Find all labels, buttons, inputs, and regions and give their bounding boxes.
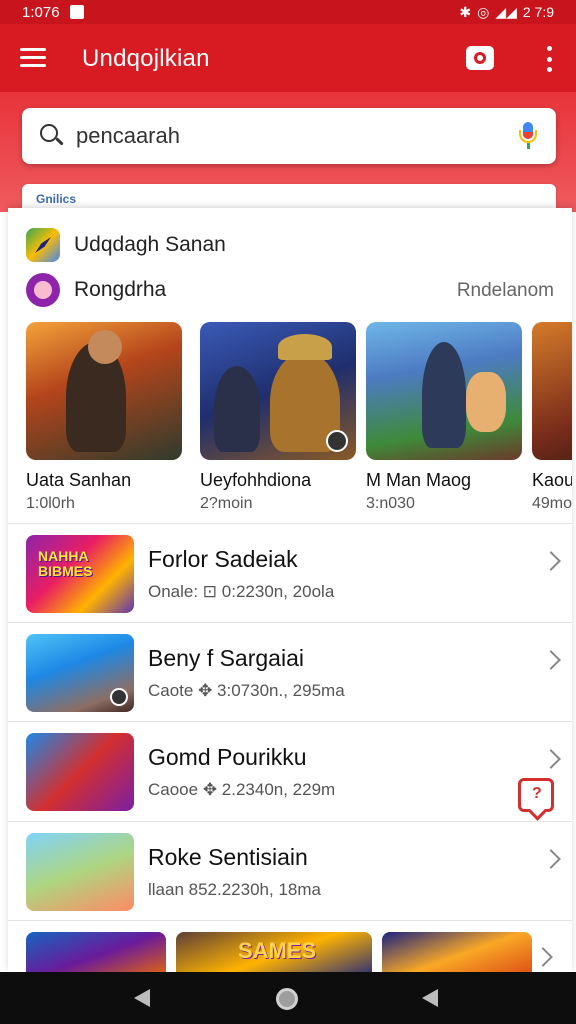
signal-icon: ◢◢ <box>495 3 517 20</box>
card-subtitle: 49mo <box>532 495 572 512</box>
chat-glyph: ? <box>532 785 542 802</box>
app-icon <box>26 228 60 262</box>
status-time: 1:076 <box>22 3 60 21</box>
bottom-thumbnail-strip: SAMES <box>26 932 546 972</box>
game-thumbnail <box>26 322 182 460</box>
chevron-right-icon <box>541 650 561 670</box>
game-thumbnail[interactable]: SAMES <box>176 932 372 972</box>
chevron-right-icon <box>541 551 561 571</box>
card-title: Uata Sanhan <box>26 470 132 490</box>
carousel-card[interactable]: M Man Maog 3:n030 <box>366 322 522 513</box>
card-subtitle: 1:0l0rh <box>26 495 75 512</box>
list-item-subtitle: Caooe ✥ 2.2340n, 229m <box>148 780 336 799</box>
divider <box>8 920 572 921</box>
card-title: Ueyfohhdiona <box>200 470 312 490</box>
list-item-title: Forlor Sadeiak <box>148 546 298 572</box>
menu-icon[interactable] <box>20 48 46 68</box>
thumbnail-label: NAHHA BIBMES <box>38 548 93 579</box>
list-item-title: Roke Sentisiain <box>148 844 308 870</box>
recents-icon[interactable] <box>422 989 438 1007</box>
chevron-right-icon <box>541 749 561 769</box>
list-item[interactable]: Beny f Sargaiai Caote ✥ 3:0730n., 295ma <box>8 623 572 721</box>
game-thumbnail <box>532 322 572 460</box>
game-thumbnail[interactable] <box>382 932 532 972</box>
carousel-card[interactable]: Ueyfohhdiona 2?moin <box>200 322 356 513</box>
content-card: Udqdagh Sanan Rongdrha Rndelanom Uata Sa… <box>8 208 572 972</box>
search-bar[interactable]: pencaarah <box>22 108 556 164</box>
home-icon[interactable] <box>276 988 298 1010</box>
card-subtitle: 2?moin <box>200 495 253 512</box>
card-subtitle: 3:n030 <box>366 495 415 512</box>
game-thumbnail <box>26 733 134 811</box>
list-item-subtitle: Caote ✥ 3:0730n., 295ma <box>148 681 345 700</box>
badge-icon <box>110 688 128 706</box>
app-title: Undqojlkian <box>82 45 210 72</box>
system-nav-bar <box>0 972 576 1024</box>
list-item-subtitle: Onale: ⊡ 0:2230n, 20ola <box>148 582 335 601</box>
card-title: M Man Maog <box>366 470 472 490</box>
badge-icon <box>326 430 348 452</box>
status-bar: 1:076 ✱ ◎ ◢◢ 2 7:9 <box>0 0 576 24</box>
game-thumbnail <box>200 322 356 460</box>
notification-icon <box>69 5 84 19</box>
carousel-card[interactable]: Uata Sanhan 1:0l0rh <box>26 322 182 513</box>
status-right-text: 2 7:9 <box>522 4 554 20</box>
section-title-1: Udqdagh Sanan <box>74 233 226 256</box>
section-title-2: Rongdrha <box>74 278 167 301</box>
search-icon <box>40 124 64 148</box>
back-icon[interactable] <box>134 989 150 1007</box>
list-item[interactable]: Roke Sentisiain llaan 852.2230h, 18ma <box>8 822 572 920</box>
section-more-link[interactable]: Rndelanom <box>457 280 554 302</box>
tab-label: Gnilics <box>36 192 77 206</box>
game-thumbnail <box>26 634 134 712</box>
section-header-2[interactable]: Rongdrha <box>26 273 166 307</box>
banner-text: SAMES <box>238 938 317 963</box>
list-item-title: Gomd Pourikku <box>148 744 307 770</box>
chat-icon[interactable]: ? <box>518 778 554 812</box>
search-input[interactable]: pencaarah <box>76 123 180 149</box>
more-options-icon[interactable] <box>542 44 556 74</box>
game-thumbnail <box>26 833 134 911</box>
list-item-subtitle: llaan 852.2230h, 18ma <box>148 880 321 899</box>
game-thumbnail: NAHHA BIBMES <box>26 535 134 613</box>
game-thumbnail <box>366 322 522 460</box>
card-title: Kaou <box>532 470 572 490</box>
avatar-icon <box>26 273 60 307</box>
camera-icon[interactable] <box>466 46 494 70</box>
section-header-1[interactable]: Udqdagh Sanan <box>26 228 226 262</box>
chevron-right-icon <box>541 849 561 869</box>
mic-icon[interactable] <box>518 122 538 150</box>
list-item[interactable]: Gomd Pourikku Caooe ✥ 2.2340n, 229m <box>8 722 572 820</box>
app-bar: Undqojlkian <box>0 24 576 92</box>
bluetooth-icon: ✱ <box>459 3 472 20</box>
alarm-icon: ◎ <box>477 3 490 20</box>
list-item[interactable]: NAHHA BIBMES Forlor Sadeiak Onale: ⊡ 0:2… <box>8 524 572 622</box>
game-carousel: Uata Sanhan 1:0l0rh Ueyfohhdiona 2?moin … <box>26 322 572 522</box>
game-thumbnail[interactable] <box>26 932 166 972</box>
carousel-card[interactable]: Kaou 49mo <box>532 322 572 513</box>
list-item-title: Beny f Sargaiai <box>148 645 304 671</box>
